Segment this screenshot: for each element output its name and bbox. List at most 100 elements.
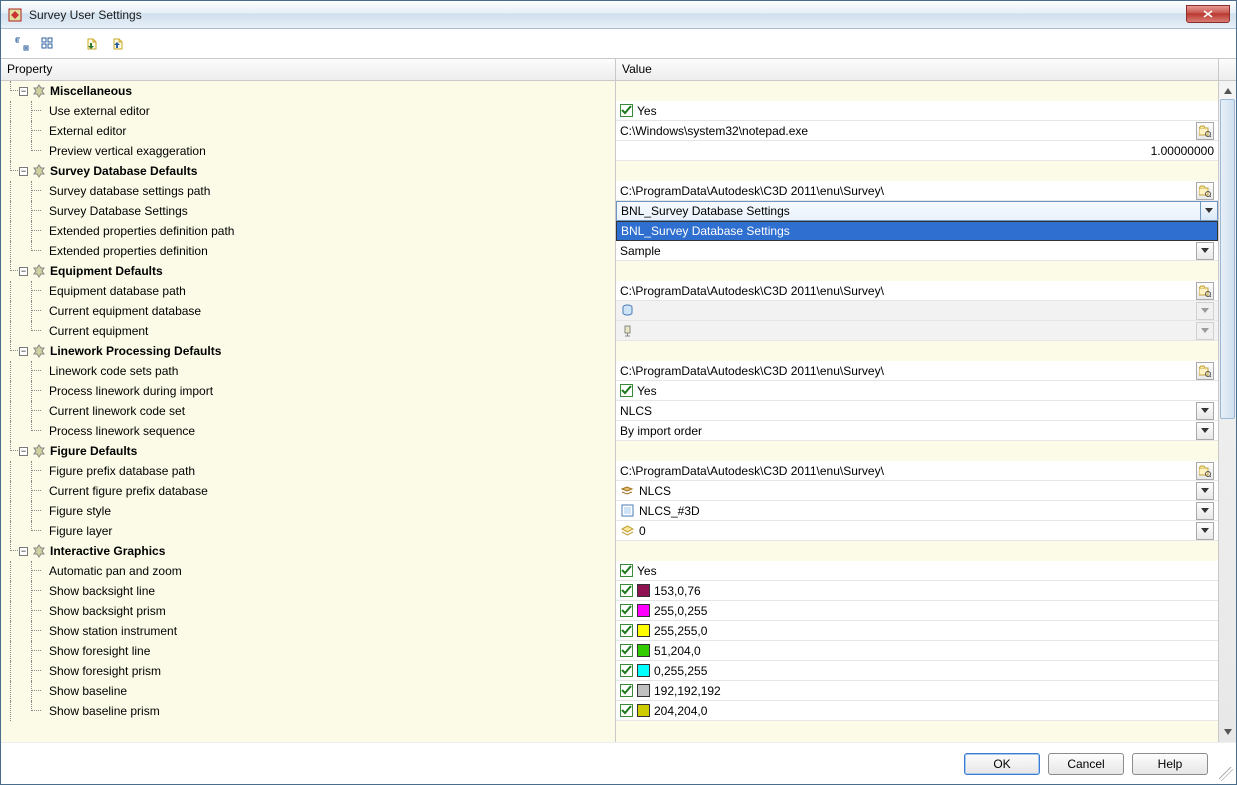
close-button[interactable] (1186, 5, 1230, 23)
prop-linework-path[interactable]: Linework code sets path (1, 361, 615, 381)
browse-button[interactable] (1196, 282, 1214, 300)
browse-button[interactable] (1196, 362, 1214, 380)
val-figure-layer[interactable]: 0 (616, 521, 1218, 541)
expander-icon[interactable]: − (19, 267, 28, 276)
prop-bs-prism[interactable]: Show backsight prism (1, 601, 615, 621)
checkbox-checked-icon[interactable] (620, 564, 633, 577)
checkbox-checked-icon[interactable] (620, 684, 633, 697)
prop-fs-prism[interactable]: Show foresight prism (1, 661, 615, 681)
checkbox-checked-icon[interactable] (620, 644, 633, 657)
checkbox-checked-icon[interactable] (620, 384, 633, 397)
prop-eq-db-path[interactable]: Equipment database path (1, 281, 615, 301)
group-interactive-graphics[interactable]: −Interactive Graphics (1, 541, 615, 561)
dropdown-option[interactable]: BNL_Survey Database Settings (617, 222, 1217, 240)
val-fig-prefix-path[interactable]: C:\ProgramData\Autodesk\C3D 2011\enu\Sur… (616, 461, 1218, 481)
prop-use-external-editor[interactable]: Use external editor (1, 101, 615, 121)
val-st-instr[interactable]: 255,255,0 (616, 621, 1218, 641)
resize-grip-icon[interactable] (1219, 767, 1233, 781)
val-figure-style[interactable]: NLCS_#3D (616, 501, 1218, 521)
dropdown-button[interactable] (1196, 482, 1214, 500)
prop-linework-seq[interactable]: Process linework sequence (1, 421, 615, 441)
val-bl-prism[interactable]: 204,204,0 (616, 701, 1218, 721)
scroll-thumb[interactable] (1220, 99, 1235, 419)
prop-fig-prefix-path[interactable]: Figure prefix database path (1, 461, 615, 481)
browse-button[interactable] (1196, 122, 1214, 140)
val-cur-prefix-db[interactable]: NLCS (616, 481, 1218, 501)
val-cur-code-set[interactable]: NLCS (616, 401, 1218, 421)
prop-external-editor[interactable]: External editor (1, 121, 615, 141)
prop-fs-line[interactable]: Show foresight line (1, 641, 615, 661)
prop-preview-exaggeration[interactable]: Preview vertical exaggeration (1, 141, 615, 161)
dropdown-button[interactable] (1196, 242, 1214, 260)
group-equipment-defaults[interactable]: −Equipment Defaults (1, 261, 615, 281)
val-cur-eq-db[interactable] (616, 301, 1218, 321)
column-header-value[interactable]: Value (616, 59, 1218, 80)
prop-baseline[interactable]: Show baseline (1, 681, 615, 701)
expander-icon[interactable]: − (19, 347, 28, 356)
checkbox-checked-icon[interactable] (620, 704, 633, 717)
dropdown-button[interactable] (1200, 201, 1218, 221)
val-linework-seq[interactable]: By import order (616, 421, 1218, 441)
column-header-property[interactable]: Property (1, 59, 616, 80)
scroll-down-icon[interactable] (1220, 724, 1236, 740)
val-auto-pan[interactable]: Yes (616, 561, 1218, 581)
dropdown-button[interactable] (1196, 402, 1214, 420)
prop-st-instr[interactable]: Show station instrument (1, 621, 615, 641)
group-miscellaneous[interactable]: −Miscellaneous (1, 81, 615, 101)
val-fs-prism[interactable]: 0,255,255 (616, 661, 1218, 681)
prop-ext-prop-path[interactable]: Extended properties definition path (1, 221, 615, 241)
dropdown-button[interactable] (1196, 502, 1214, 520)
val-ext-prop-def[interactable]: Sample (616, 241, 1218, 261)
checkbox-checked-icon[interactable] (620, 104, 633, 117)
expander-icon[interactable]: − (19, 87, 28, 96)
val-use-external-editor[interactable]: Yes (616, 101, 1218, 121)
dropdown-list[interactable]: BNL_Survey Database Settings (616, 221, 1218, 241)
settings-import-icon[interactable] (83, 35, 101, 53)
val-process-import[interactable]: Yes (616, 381, 1218, 401)
val-bs-prism[interactable]: 255,0,255 (616, 601, 1218, 621)
checkbox-checked-icon[interactable] (620, 604, 633, 617)
val-db-settings-path[interactable]: C:\ProgramData\Autodesk\C3D 2011\enu\Sur… (616, 181, 1218, 201)
prop-bs-line[interactable]: Show backsight line (1, 581, 615, 601)
group-survey-db-defaults[interactable]: −Survey Database Defaults (1, 161, 615, 181)
prop-auto-pan[interactable]: Automatic pan and zoom (1, 561, 615, 581)
val-cur-eq[interactable] (616, 321, 1218, 341)
prop-process-import[interactable]: Process linework during import (1, 381, 615, 401)
prop-db-settings-path[interactable]: Survey database settings path (1, 181, 615, 201)
expander-icon[interactable]: − (19, 447, 28, 456)
expander-icon[interactable]: − (19, 167, 28, 176)
prop-bl-prism[interactable]: Show baseline prism (1, 701, 615, 721)
dropdown-button[interactable] (1196, 522, 1214, 540)
ok-button[interactable]: OK (964, 753, 1040, 775)
vertical-scrollbar[interactable] (1218, 81, 1236, 742)
val-baseline[interactable]: 192,192,192 (616, 681, 1218, 701)
browse-button[interactable] (1196, 462, 1214, 480)
expander-icon[interactable]: − (19, 547, 28, 556)
prop-ext-prop-def[interactable]: Extended properties definition (1, 241, 615, 261)
cancel-button[interactable]: Cancel (1048, 753, 1124, 775)
dropdown-button[interactable] (1196, 422, 1214, 440)
checkbox-checked-icon[interactable] (620, 584, 633, 597)
tree-collapse-icon[interactable] (39, 35, 57, 53)
checkbox-checked-icon[interactable] (620, 624, 633, 637)
prop-cur-eq-db[interactable]: Current equipment database (1, 301, 615, 321)
val-preview-exaggeration[interactable]: 1.00000000 (616, 141, 1218, 161)
checkbox-checked-icon[interactable] (620, 664, 633, 677)
prop-db-settings[interactable]: Survey Database Settings (1, 201, 615, 221)
val-bs-line[interactable]: 153,0,76 (616, 581, 1218, 601)
prop-cur-eq[interactable]: Current equipment (1, 321, 615, 341)
settings-export-icon[interactable] (109, 35, 127, 53)
prop-cur-code-set[interactable]: Current linework code set (1, 401, 615, 421)
browse-button[interactable] (1196, 182, 1214, 200)
val-linework-path[interactable]: C:\ProgramData\Autodesk\C3D 2011\enu\Sur… (616, 361, 1218, 381)
help-button[interactable]: Help (1132, 753, 1208, 775)
scroll-up-icon[interactable] (1220, 83, 1236, 99)
tree-expand-icon[interactable] (13, 35, 31, 53)
group-linework-defaults[interactable]: −Linework Processing Defaults (1, 341, 615, 361)
val-external-editor[interactable]: C:\Windows\system32\notepad.exe (616, 121, 1218, 141)
val-fs-line[interactable]: 51,204,0 (616, 641, 1218, 661)
group-figure-defaults[interactable]: −Figure Defaults (1, 441, 615, 461)
prop-figure-layer[interactable]: Figure layer (1, 521, 615, 541)
prop-cur-prefix-db[interactable]: Current figure prefix database (1, 481, 615, 501)
val-eq-db-path[interactable]: C:\ProgramData\Autodesk\C3D 2011\enu\Sur… (616, 281, 1218, 301)
